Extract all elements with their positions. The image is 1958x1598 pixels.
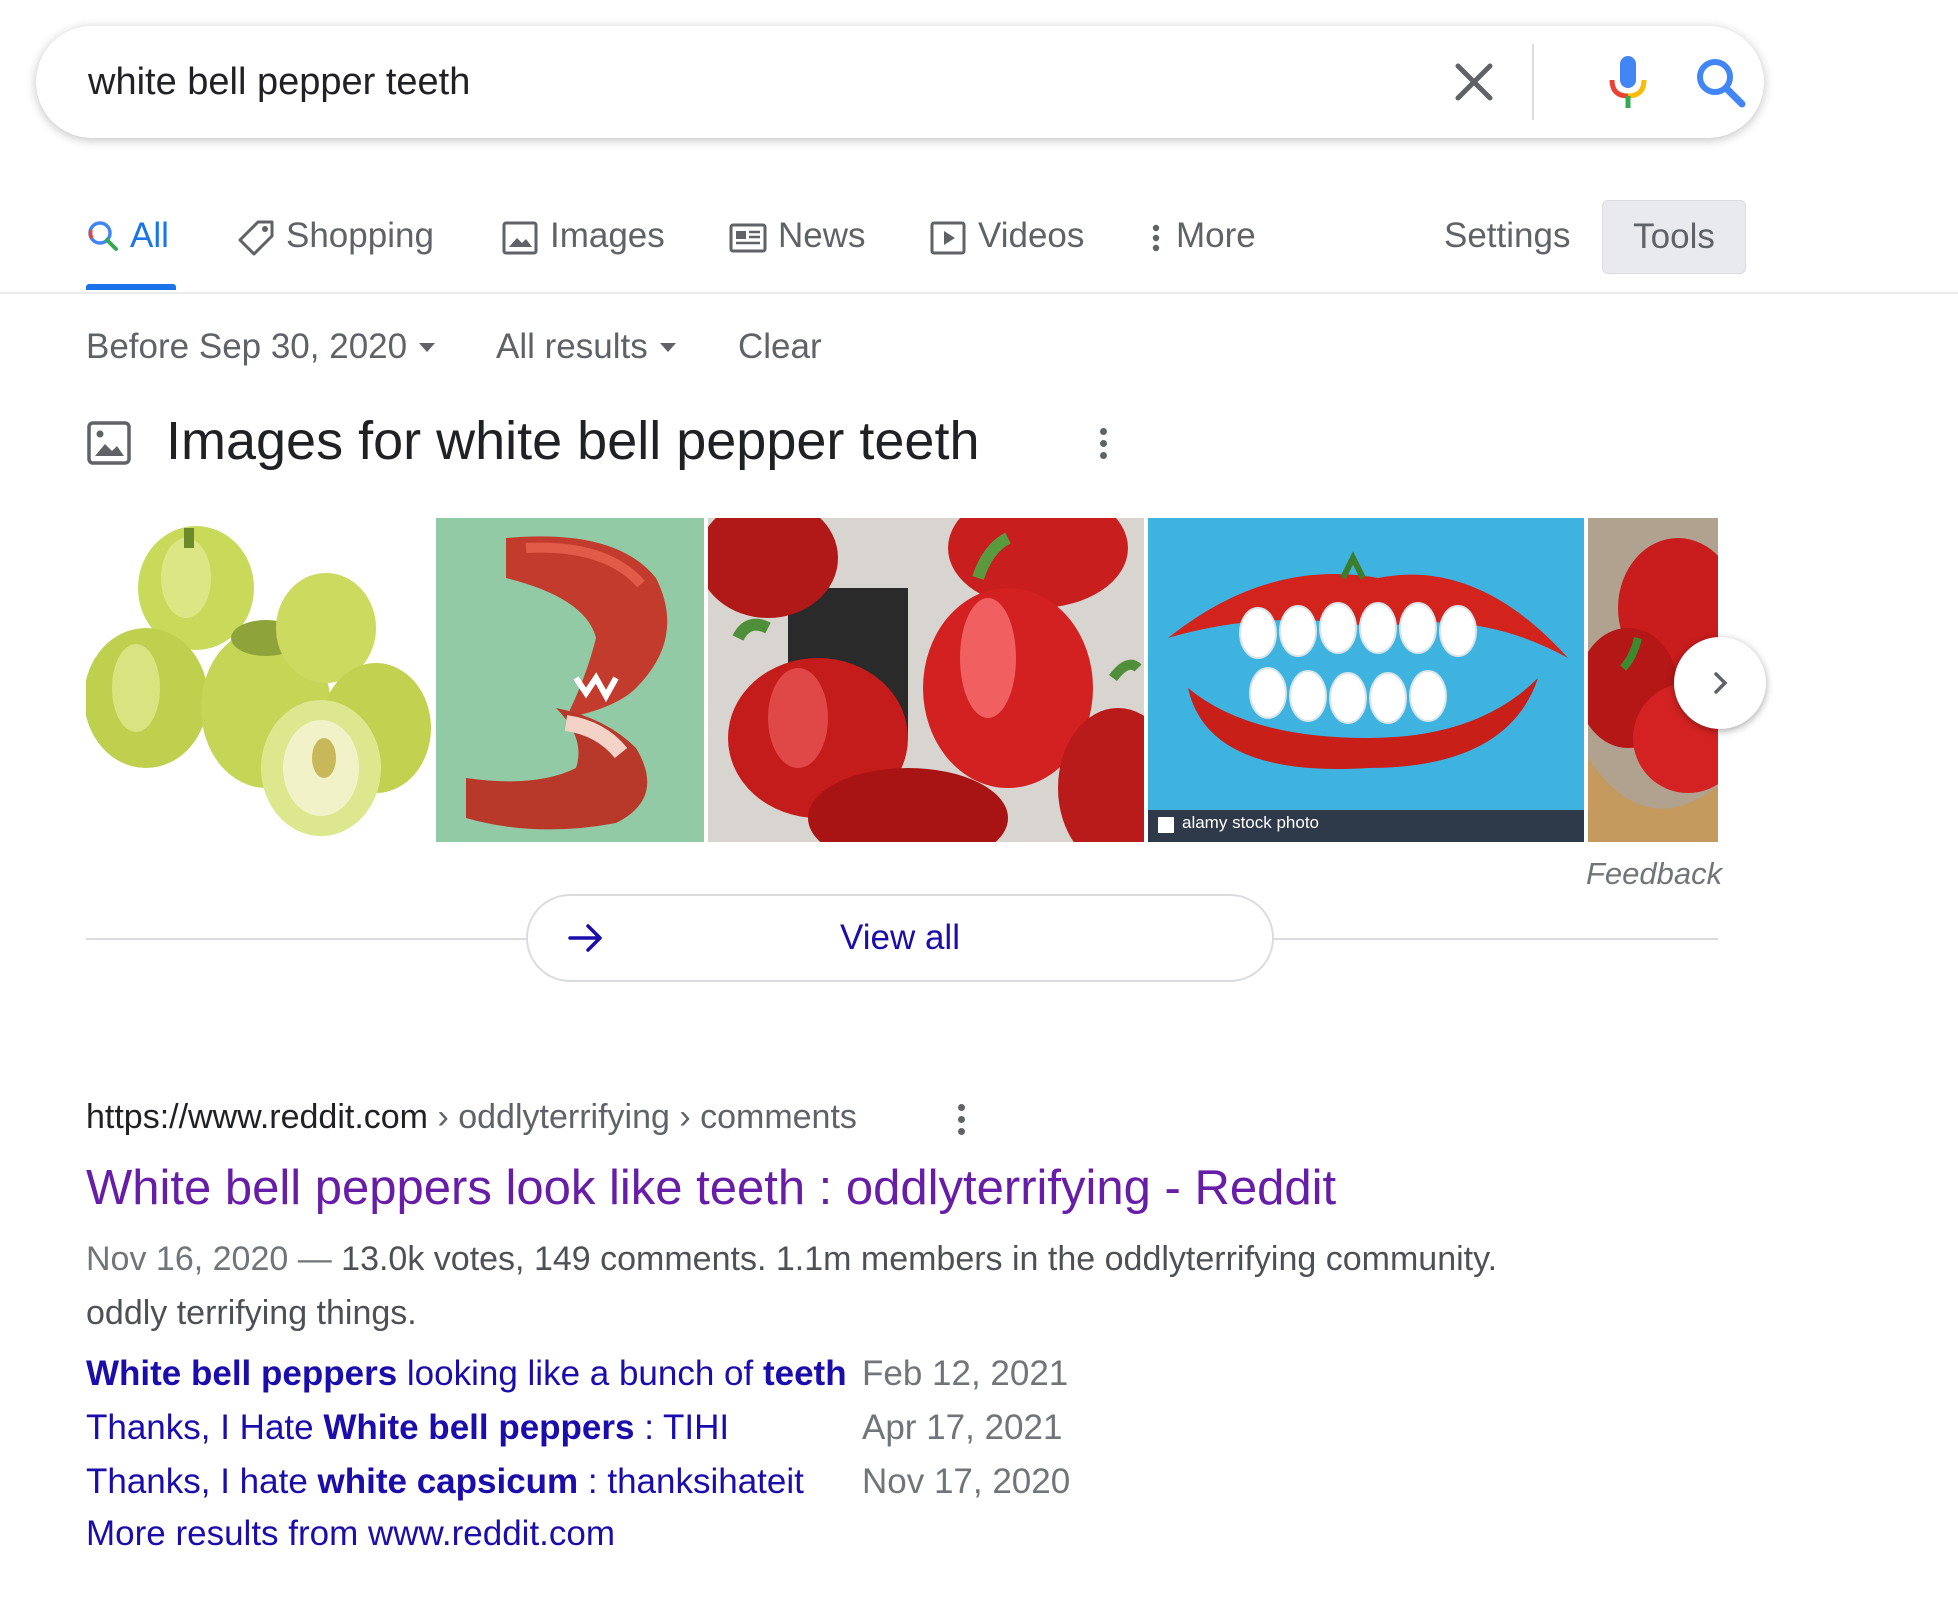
clear-filters-link[interactable]: Clear: [738, 322, 822, 372]
divider-line: [1272, 938, 1718, 940]
tag-icon: [238, 220, 274, 256]
view-all-button[interactable]: View all: [526, 894, 1274, 982]
result-breadcrumb: https://www.reddit.com › oddlyterrifying…: [86, 1098, 857, 1137]
images-section-menu-button[interactable]: [1096, 428, 1110, 459]
search-icon: [1697, 59, 1746, 108]
tab-videos-label: Videos: [978, 216, 1085, 255]
search-icon: [88, 221, 118, 251]
result-url-path: › oddlyterrifying › comments: [428, 1098, 857, 1136]
sitelink-2-text-b: : TIHI: [634, 1408, 730, 1447]
microphone-icon: [1609, 56, 1647, 108]
tab-images-label: Images: [550, 216, 665, 255]
settings-link[interactable]: Settings: [1444, 200, 1570, 292]
result-date: Nov 16, 2020: [86, 1240, 289, 1278]
divider-line: [86, 938, 528, 940]
tab-shopping[interactable]: Shopping: [236, 200, 434, 292]
result-title-link[interactable]: White bell peppers look like teeth : odd…: [86, 1160, 1336, 1216]
view-all-label: View all: [840, 918, 960, 957]
results-filter-label: All results: [496, 327, 648, 366]
sitelink-1-text-a: looking like a bunch of: [397, 1354, 763, 1393]
voice-search-button[interactable]: [1596, 50, 1660, 114]
sitelink-3-date: Nov 17, 2020: [862, 1462, 1071, 1501]
search-bar: [36, 26, 1764, 138]
search-tabs: All Shopping Images News Videos More Set…: [0, 200, 1958, 294]
result-url-host: https://www.reddit.com: [86, 1098, 429, 1136]
clear-search-button[interactable]: [1444, 52, 1504, 112]
result-menu-button[interactable]: [954, 1104, 968, 1135]
red-peppers-image: [708, 518, 1144, 842]
pepper-mouth-image: [436, 518, 704, 842]
more-vert-dot: [1099, 440, 1107, 447]
tab-images[interactable]: Images: [500, 200, 665, 292]
results-filter-dropdown[interactable]: All results: [496, 322, 676, 372]
more-vert-icon: [1152, 224, 1160, 252]
sitelink-3-text-a: Thanks, I hate: [86, 1462, 318, 1501]
search-submit-button[interactable]: [1688, 50, 1752, 114]
sitelink-2[interactable]: Thanks, I Hate White bell peppers : TIHI: [86, 1408, 729, 1448]
snippet-text-1: 13.0k votes, 149 comments. 1.1m members …: [341, 1240, 1498, 1278]
image-thumbnail-1[interactable]: [86, 518, 432, 842]
sitelink-1-bold-a: White bell peppers: [86, 1354, 398, 1393]
image-thumbnail-2[interactable]: [436, 518, 704, 842]
image-icon: [502, 221, 538, 255]
settings-label: Settings: [1444, 216, 1571, 255]
snippet-text-2: oddly terrifying things.: [86, 1294, 417, 1332]
search-input[interactable]: [88, 26, 1388, 138]
tab-more-label: More: [1176, 216, 1256, 255]
chevron-down-icon: [419, 342, 436, 352]
close-icon: [1455, 63, 1493, 101]
chevron-right-icon: [1714, 672, 1728, 694]
image-icon: [87, 421, 131, 465]
more-vert-dot: [957, 1116, 965, 1123]
image-thumbnail-4[interactable]: alamy stock photo: [1148, 518, 1584, 842]
sitelink-2-date: Apr 17, 2021: [862, 1408, 1063, 1447]
images-section-heading: Images for white bell pepper teeth: [166, 411, 980, 471]
tab-more[interactable]: More: [1146, 200, 1256, 292]
search-bar-divider: [1532, 44, 1534, 120]
sitelink-1-bold-b: teeth: [762, 1354, 847, 1393]
feedback-link[interactable]: Feedback: [1586, 856, 1722, 892]
snippet-separator: —: [288, 1240, 342, 1278]
image-thumbnail-3[interactable]: [708, 518, 1144, 842]
chili-lips-image: [1148, 518, 1584, 842]
sitelink-3-bold-b: white capsicum: [317, 1462, 579, 1501]
sitelink-2-text-a: Thanks, I Hate: [86, 1408, 324, 1447]
sitelink-3[interactable]: Thanks, I hate white capsicum : thanksih…: [86, 1462, 804, 1502]
more-results-link[interactable]: More results from www.reddit.com: [86, 1514, 615, 1554]
carousel-next-button[interactable]: [1674, 637, 1766, 729]
sitelink-1[interactable]: White bell peppers looking like a bunch …: [86, 1354, 847, 1394]
more-vert-dot: [1099, 452, 1107, 459]
more-vert-icon: [1099, 428, 1107, 435]
chevron-down-icon: [659, 342, 676, 352]
sitelink-2-bold-b: White bell peppers: [323, 1408, 635, 1447]
sitelink-1-date: Feb 12, 2021: [862, 1354, 1069, 1393]
tab-all[interactable]: All: [86, 200, 169, 292]
time-filter-label: Before Sep 30, 2020: [86, 327, 408, 366]
news-icon: [729, 223, 767, 253]
active-tab-indicator: [86, 284, 176, 290]
tab-videos[interactable]: Videos: [928, 200, 1084, 292]
tab-news-label: News: [778, 216, 866, 255]
tools-button[interactable]: Tools: [1602, 200, 1746, 274]
yellow-peppers-image: [86, 518, 432, 842]
more-vert-icon: [957, 1104, 965, 1111]
video-icon: [930, 221, 966, 255]
more-vert-dot: [957, 1128, 965, 1135]
tab-all-label: All: [130, 216, 169, 255]
image-watermark: alamy stock photo: [1182, 813, 1320, 832]
tab-news[interactable]: News: [728, 200, 866, 292]
tools-label: Tools: [1633, 217, 1715, 256]
tab-shopping-label: Shopping: [286, 216, 434, 255]
result-snippet: Nov 16, 2020 — 13.0k votes, 149 comments…: [86, 1232, 1566, 1340]
sitelink-3-text-b: : thanksihateit: [578, 1462, 804, 1501]
clear-filters-label: Clear: [738, 327, 822, 366]
time-filter-dropdown[interactable]: Before Sep 30, 2020: [86, 322, 436, 372]
